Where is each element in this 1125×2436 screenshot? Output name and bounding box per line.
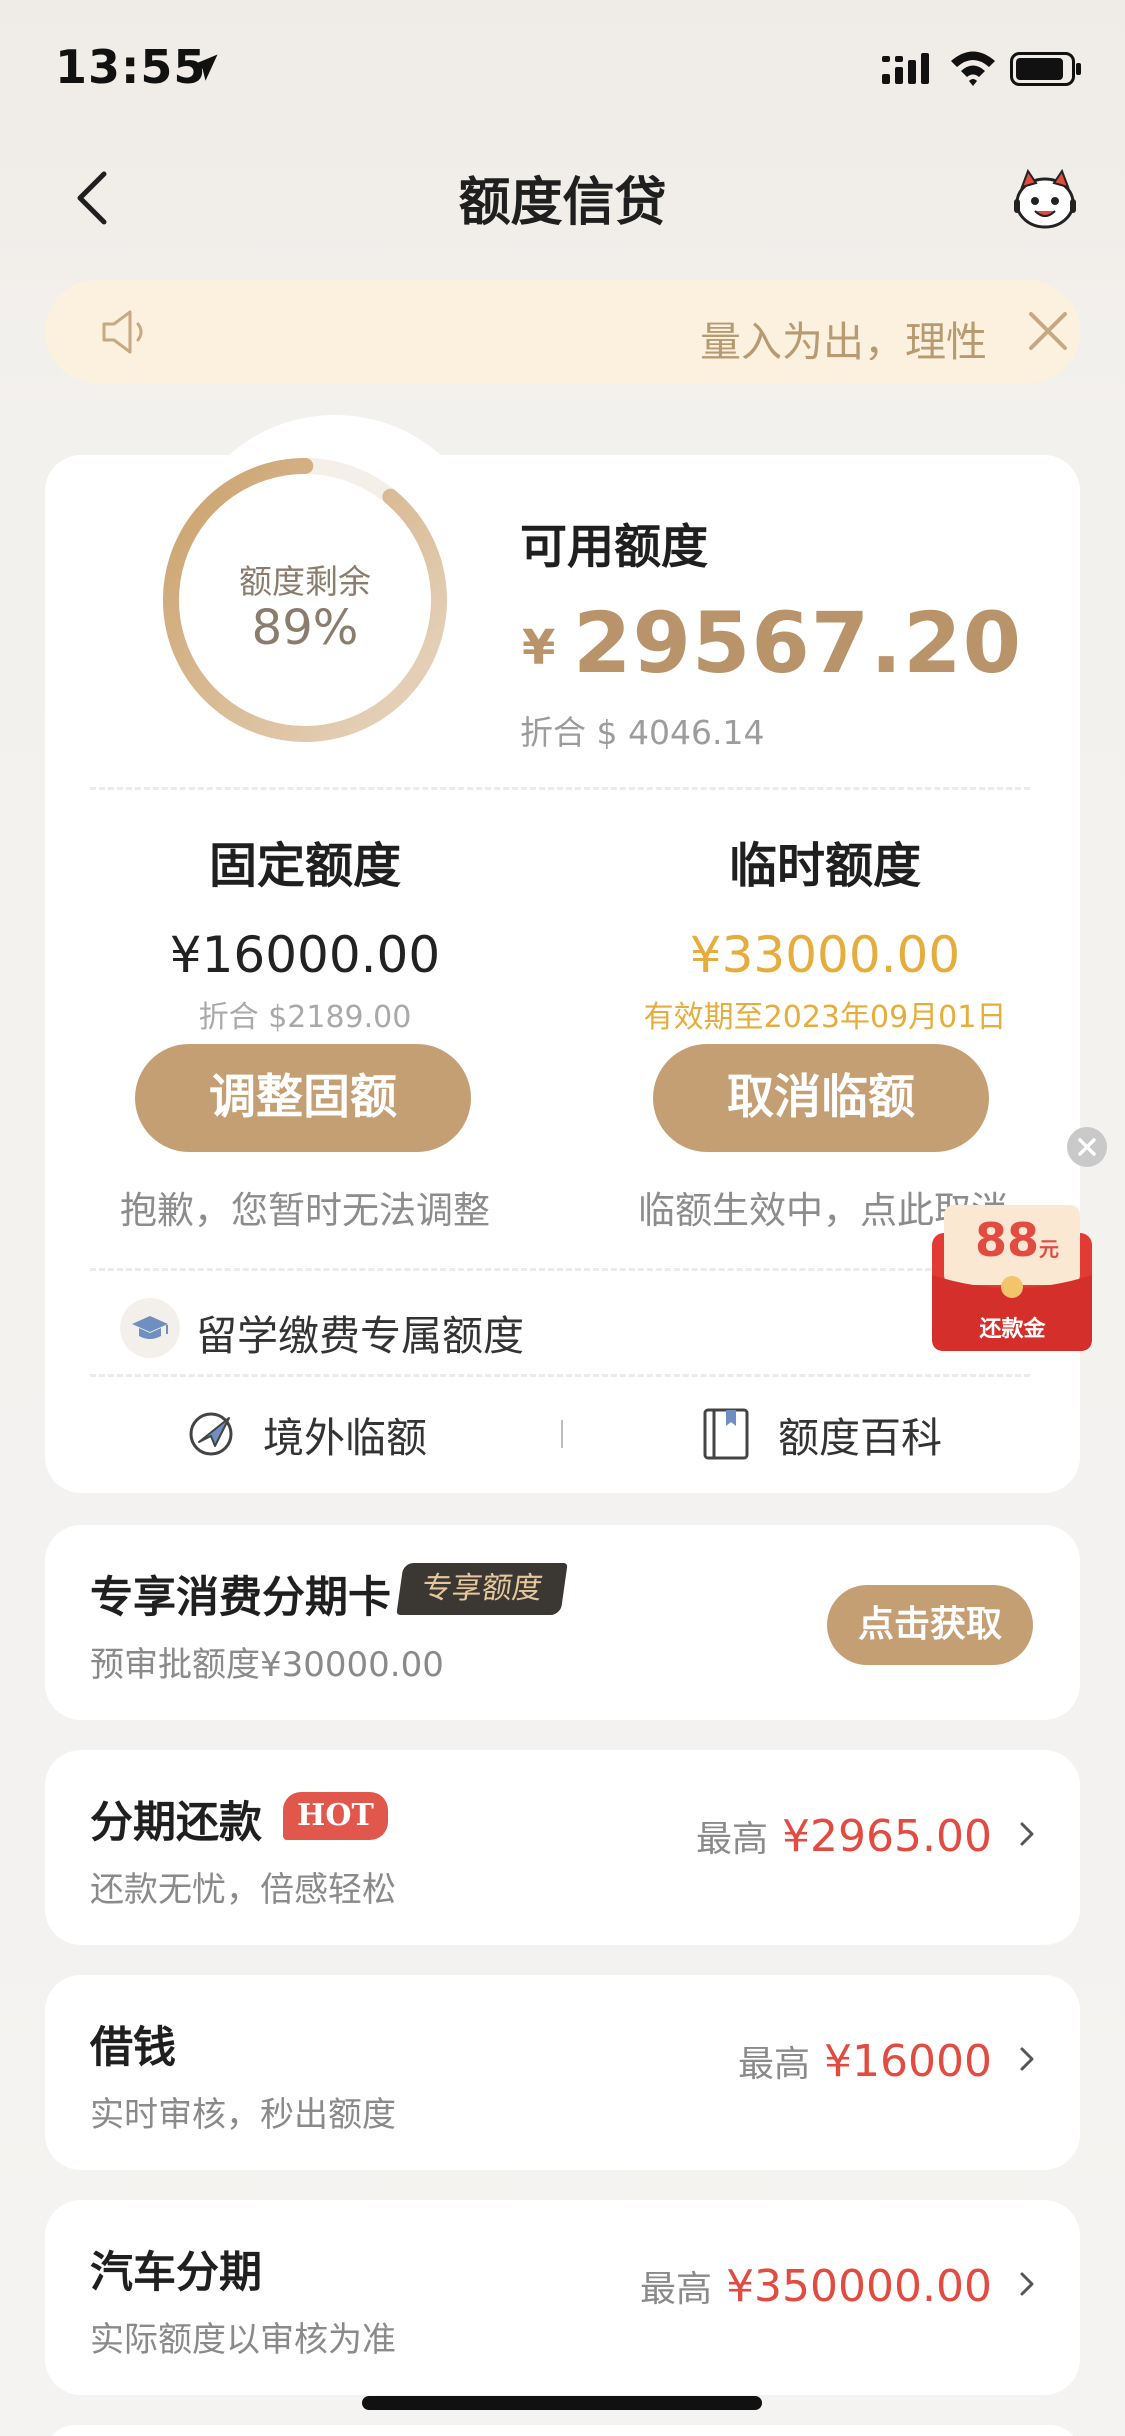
divider xyxy=(90,1268,1030,1271)
get-now-button[interactable]: 点击获取 xyxy=(827,1585,1033,1665)
mascot-service-icon[interactable] xyxy=(1010,165,1080,231)
item-prefix: 最高 xyxy=(640,2269,713,2310)
book-icon xyxy=(703,1408,749,1460)
item-prefix: 最高 xyxy=(738,2044,811,2085)
link-separator xyxy=(561,1420,563,1448)
item-limit: 最高 ¥16000 xyxy=(738,2035,1040,2105)
repayment-redpacket[interactable]: 88元 还款金 xyxy=(930,1205,1095,1355)
status-bar: 13:55 xyxy=(0,0,1125,130)
ring-percent: 89% xyxy=(251,600,359,656)
wifi-icon xyxy=(951,51,995,86)
available-usd: 折合 $ 4046.14 xyxy=(520,713,765,752)
notice-text: 量入为出，理性 xyxy=(700,318,985,360)
temp-validity: 有效期至2023年09月01日 xyxy=(643,1000,1007,1035)
temp-amount: ¥33000.00 xyxy=(689,926,961,984)
chevron-right-icon xyxy=(1020,2047,1034,2071)
redpacket-close-button[interactable] xyxy=(1067,1127,1107,1167)
plane-globe-icon xyxy=(189,1412,233,1456)
item-prefix: 最高 xyxy=(696,1819,769,1860)
graduation-cap-icon xyxy=(120,1298,180,1358)
fixed-usd: 折合 $2189.00 xyxy=(198,1000,412,1035)
link-label: 额度百科 xyxy=(778,1414,942,1462)
available-label: 可用额度 xyxy=(520,520,708,575)
promo-installment-card[interactable]: 专享消费分期卡 专享额度 预审批额度¥30000.00 点击获取 xyxy=(45,1525,1080,1720)
item-value: ¥350000.00 xyxy=(726,2261,992,2312)
exclusive-badge: 专享额度 xyxy=(396,1563,568,1615)
list-item-installment-repay[interactable]: 分期还款 HOT 还款无忧，倍感轻松 最高 ¥2965.00 xyxy=(45,1750,1080,1945)
item-desc: 实时审核，秒出额度 xyxy=(90,2095,396,2135)
close-icon xyxy=(1078,1138,1096,1156)
item-desc: 实际额度以审核为准 xyxy=(90,2320,396,2360)
cellular-signal-icon xyxy=(882,53,929,84)
speaker-icon xyxy=(102,310,143,354)
redpacket-amount: 88 xyxy=(975,1213,1040,1267)
item-title: 借钱 xyxy=(90,2023,176,2073)
notice-bar: 量入为出，理性 xyxy=(45,280,1080,383)
ring-label: 额度剩余 xyxy=(239,562,371,601)
adjust-fixed-button[interactable]: 调整固额 xyxy=(135,1044,471,1152)
available-amount: 29567.20 xyxy=(573,594,1023,692)
remaining-ring: 额度剩余 89% xyxy=(155,450,455,750)
item-title: 分期还款 xyxy=(90,1798,262,1848)
promo-desc: 预审批额度¥30000.00 xyxy=(90,1645,444,1685)
fixed-amount: ¥16000.00 xyxy=(169,926,441,984)
list-item-car-installment[interactable]: 汽车分期 实际额度以审核为准 最高 ¥350000.00 xyxy=(45,2200,1080,2395)
fixed-note: 抱歉，您暂时无法调整 xyxy=(120,1189,490,1232)
list-item-partial xyxy=(45,2425,1080,2436)
chevron-right-icon xyxy=(1020,2272,1034,2296)
link-label: 境外临额 xyxy=(263,1414,427,1462)
location-arrow-icon xyxy=(190,54,218,81)
study-label: 留学缴费专属额度 xyxy=(196,1312,524,1360)
credit-page: 13:55 额度信贷 量入为出，理性 额度剩余 89% 可用额度 ¥ 29567… xyxy=(0,0,1125,2436)
cancel-temp-button[interactable]: 取消临额 xyxy=(653,1044,989,1152)
item-limit: 最高 ¥350000.00 xyxy=(640,2260,1040,2330)
currency-symbol: ¥ xyxy=(522,620,556,676)
battery-icon xyxy=(1010,52,1081,86)
list-item-borrow[interactable]: 借钱 实时审核，秒出额度 最高 ¥16000 xyxy=(45,1975,1080,2170)
status-time: 13:55 xyxy=(55,40,207,94)
item-title: 汽车分期 xyxy=(90,2248,262,2298)
page-title: 额度信贷 xyxy=(458,173,667,233)
hot-badge: HOT xyxy=(283,1792,388,1840)
redpacket-unit: 元 xyxy=(1039,1237,1060,1261)
redpacket-label: 还款金 xyxy=(979,1317,1046,1342)
fixed-title: 固定额度 xyxy=(208,838,401,894)
close-icon[interactable] xyxy=(1025,308,1071,354)
item-value: ¥2965.00 xyxy=(782,1811,992,1862)
item-value: ¥16000 xyxy=(824,2036,992,2087)
fixed-credit-column: 固定额度 ¥16000.00 折合 $2189.00 xyxy=(45,826,565,1036)
promo-title: 专享消费分期卡 xyxy=(90,1573,391,1623)
item-desc: 还款无忧，倍感轻松 xyxy=(90,1870,396,1910)
temp-title: 临时额度 xyxy=(728,838,921,894)
item-limit: 最高 ¥2965.00 xyxy=(696,1810,1040,1880)
divider xyxy=(90,787,1030,790)
chevron-right-icon xyxy=(1020,1822,1034,1846)
temp-credit-column: 临时额度 ¥33000.00 有效期至2023年09月01日 xyxy=(565,826,1085,1036)
home-indicator xyxy=(362,2396,762,2410)
divider xyxy=(90,1374,1030,1377)
